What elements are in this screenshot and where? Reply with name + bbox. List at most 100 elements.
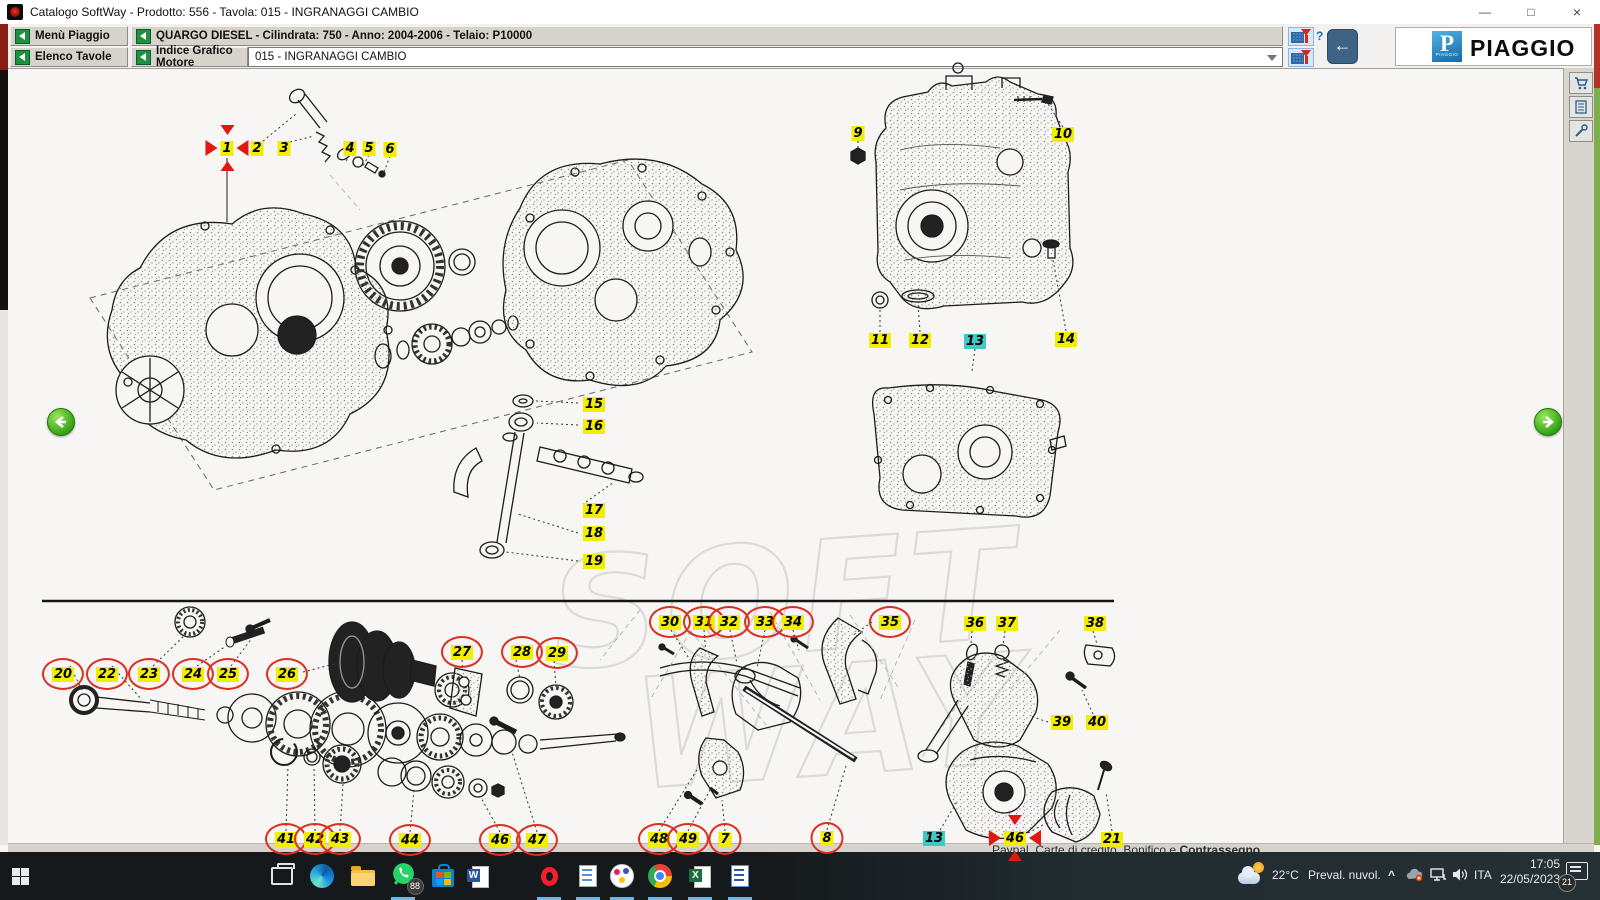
minimize-button[interactable]: —	[1462, 0, 1508, 24]
paint-app-button[interactable]	[602, 852, 642, 900]
start-button[interactable]	[0, 852, 40, 900]
part-label-34[interactable]: 34	[782, 613, 804, 631]
part-label-20[interactable]: 20	[52, 665, 74, 683]
edge-button[interactable]	[302, 852, 342, 900]
part-label-43[interactable]: 43	[329, 830, 351, 848]
part-label-3[interactable]: 3	[277, 139, 290, 157]
part-label-49[interactable]: 49	[677, 830, 699, 848]
part-label-1[interactable]: 1	[220, 139, 233, 157]
tavola-select-combobox[interactable]: 015 - INGRANAGGI CAMBIO	[248, 47, 1283, 67]
indice-grafico-button[interactable]: Indice Grafico Motore	[131, 47, 248, 67]
wordpad-app-button[interactable]	[720, 852, 760, 900]
part-number: 7	[718, 832, 731, 847]
part-label-28[interactable]: 28	[511, 643, 533, 661]
part-label-37[interactable]: 37	[996, 614, 1018, 632]
part-label-14[interactable]: 14	[1055, 330, 1077, 348]
filter-grid-button[interactable]	[1288, 48, 1314, 67]
network-icon[interactable]	[1430, 868, 1447, 887]
tools-button[interactable]	[1569, 120, 1593, 142]
part-label-23[interactable]: 23	[138, 665, 160, 683]
part-label-13[interactable]: 13	[964, 332, 986, 350]
part-label-24[interactable]: 24	[182, 665, 204, 683]
part-label-40[interactable]: 40	[1086, 713, 1108, 731]
weather-desc[interactable]: Preval. nuvol.	[1308, 868, 1381, 882]
part-label-26[interactable]: 26	[276, 665, 298, 683]
part-label-21[interactable]: 21	[1101, 830, 1123, 848]
part-label-29[interactable]: 29	[546, 644, 568, 662]
whatsapp-button[interactable]: 88	[383, 852, 423, 900]
vehicle-info-label: QUARGO DIESEL - Cilindrata: 750 - Anno: …	[156, 30, 532, 42]
menu-piaggio-button[interactable]: Menù Piaggio	[10, 26, 128, 46]
part-label-22[interactable]: 22	[96, 665, 118, 683]
wordpad-app-icon	[731, 865, 749, 887]
part-label-11[interactable]: 11	[869, 331, 891, 349]
previous-table-button[interactable]	[47, 408, 75, 436]
opera-button[interactable]	[529, 852, 569, 900]
part-label-18[interactable]: 18	[583, 524, 605, 542]
volume-icon[interactable]	[1452, 867, 1468, 887]
part-label-36[interactable]: 36	[964, 614, 986, 632]
part-label-4[interactable]: 4	[343, 139, 356, 157]
weather-icon[interactable]	[1238, 862, 1266, 884]
part-label-38[interactable]: 38	[1084, 614, 1106, 632]
next-table-button[interactable]	[1534, 408, 1562, 436]
whatsapp-icon: 88	[391, 861, 416, 891]
part-label-44[interactable]: 44	[399, 831, 421, 849]
part-label-2[interactable]: 2	[250, 139, 263, 157]
maximize-button[interactable]: □	[1508, 0, 1554, 24]
close-button[interactable]: ×	[1554, 0, 1600, 24]
cart-button[interactable]	[1569, 72, 1593, 94]
filter-icon	[1301, 29, 1311, 41]
part-label-12[interactable]: 12	[909, 331, 931, 349]
part-number: 5	[362, 141, 375, 156]
green-back-icon	[136, 29, 151, 44]
chevron-down-icon[interactable]	[1267, 55, 1277, 66]
part-label-30[interactable]: 30	[659, 613, 681, 631]
word-button[interactable]: W	[458, 852, 498, 900]
part-label-46[interactable]: 46	[1004, 829, 1026, 847]
tray-chevron-up-icon[interactable]: ^	[1388, 868, 1395, 882]
part-label-10[interactable]: 10	[1052, 125, 1074, 143]
part-label-8[interactable]: 8	[820, 829, 833, 847]
language-indicator[interactable]: ITA	[1474, 868, 1492, 882]
part-label-9[interactable]: 9	[851, 124, 864, 142]
part-number: 49	[677, 832, 699, 847]
part-label-27[interactable]: 27	[451, 643, 473, 661]
back-button[interactable]: ←	[1327, 29, 1358, 64]
part-label-7[interactable]: 7	[718, 830, 731, 848]
part-label-32[interactable]: 32	[718, 613, 740, 631]
elenco-tavole-button[interactable]: Elenco Tavole	[10, 47, 128, 67]
chrome-button[interactable]	[640, 852, 680, 900]
part-label-39[interactable]: 39	[1051, 713, 1073, 731]
file-explorer-button[interactable]	[343, 852, 383, 900]
selection-arrow-icon	[205, 140, 217, 156]
parts-list-button[interactable]	[1569, 96, 1593, 118]
part-label-6[interactable]: 6	[383, 140, 396, 158]
excel-button[interactable]: X	[680, 852, 720, 900]
part-label-5[interactable]: 5	[362, 139, 375, 157]
part-label-46[interactable]: 46	[489, 831, 511, 849]
part-label-25[interactable]: 25	[217, 665, 239, 683]
notification-badge[interactable]: 21	[1558, 874, 1576, 892]
help-icon[interactable]: ?	[1316, 29, 1323, 43]
part-number: 19	[583, 554, 605, 569]
part-number: 39	[1051, 715, 1073, 730]
part-number: 22	[96, 667, 118, 682]
part-label-35[interactable]: 35	[879, 613, 901, 631]
weather-temp[interactable]: 22°C	[1272, 868, 1299, 882]
part-number: 8	[820, 831, 833, 846]
part-label-47[interactable]: 47	[526, 831, 548, 849]
part-label-16[interactable]: 16	[583, 417, 605, 435]
part-label-19[interactable]: 19	[583, 552, 605, 570]
onedrive-error-icon[interactable]	[1406, 868, 1424, 887]
taskbar-clock[interactable]: 17:05 22/05/2023	[1498, 857, 1560, 887]
selection-arrow-icon	[989, 830, 1001, 846]
task-view-button[interactable]	[262, 852, 302, 900]
part-number: 1	[220, 141, 233, 156]
part-label-15[interactable]: 15	[583, 395, 605, 413]
vehicle-info-bar[interactable]: QUARGO DIESEL - Cilindrata: 750 - Anno: …	[131, 26, 1283, 46]
part-label-17[interactable]: 17	[583, 501, 605, 519]
part-label-13[interactable]: 13	[923, 829, 945, 847]
store-button[interactable]	[423, 852, 463, 900]
filter-table-button[interactable]	[1288, 27, 1314, 46]
